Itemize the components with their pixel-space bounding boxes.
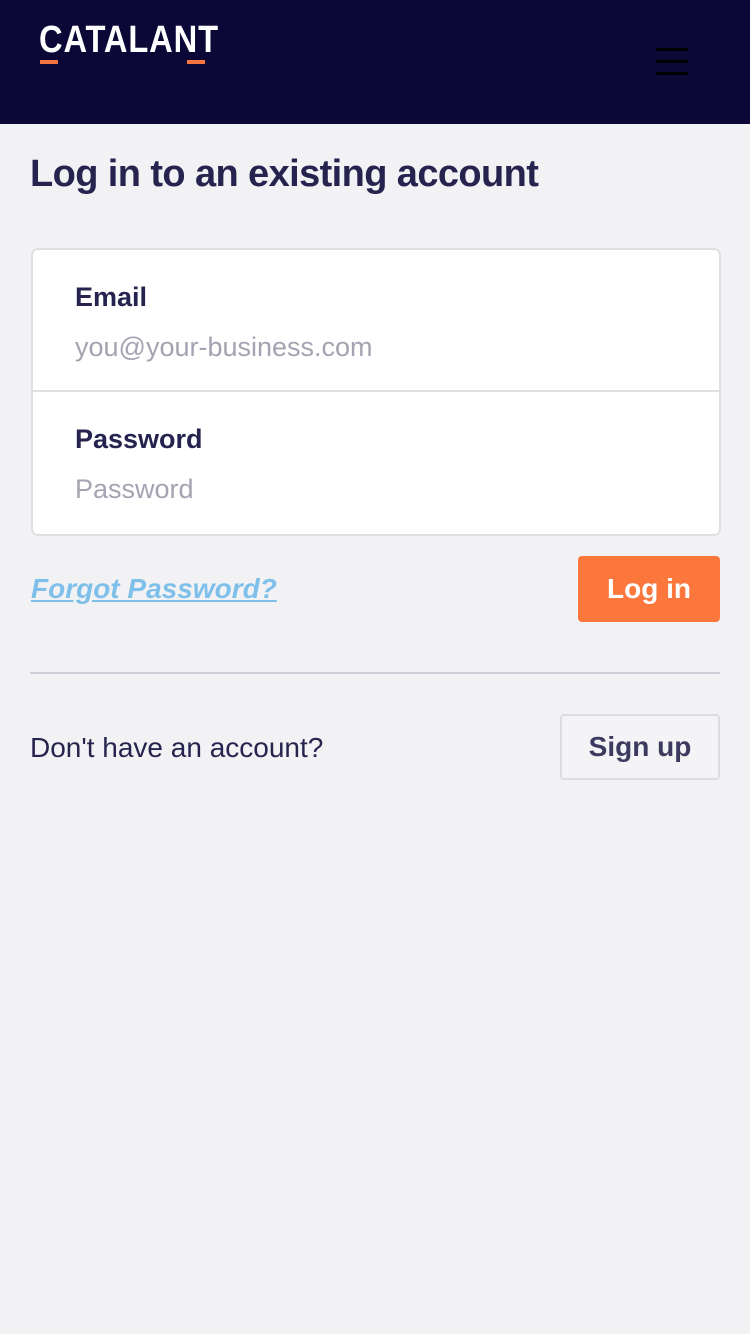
email-input[interactable] xyxy=(75,328,675,366)
section-divider xyxy=(30,672,720,674)
hamburger-menu-icon xyxy=(656,48,688,75)
login-form-card: Email Password xyxy=(31,248,721,536)
signup-prompt: Don't have an account? xyxy=(30,732,324,763)
logo-accent-right xyxy=(187,60,205,64)
page-title: Log in to an existing account xyxy=(30,153,539,195)
password-input[interactable] xyxy=(75,470,675,508)
login-button[interactable]: Log in xyxy=(578,556,720,622)
hamburger-menu-button[interactable] xyxy=(650,44,694,80)
signup-button[interactable]: Sign up xyxy=(560,714,720,780)
logo-text: CATALANT xyxy=(39,19,219,61)
password-label: Password xyxy=(75,424,203,454)
email-field[interactable]: Email xyxy=(33,250,719,391)
email-label: Email xyxy=(75,282,148,312)
catalant-logo[interactable]: CATALANT xyxy=(39,20,248,66)
password-field[interactable]: Password xyxy=(33,392,719,533)
logo-accent-left xyxy=(40,60,58,64)
forgot-password-link[interactable]: Forgot Password? xyxy=(31,570,277,608)
top-nav-bar: CATALANT xyxy=(0,0,750,124)
